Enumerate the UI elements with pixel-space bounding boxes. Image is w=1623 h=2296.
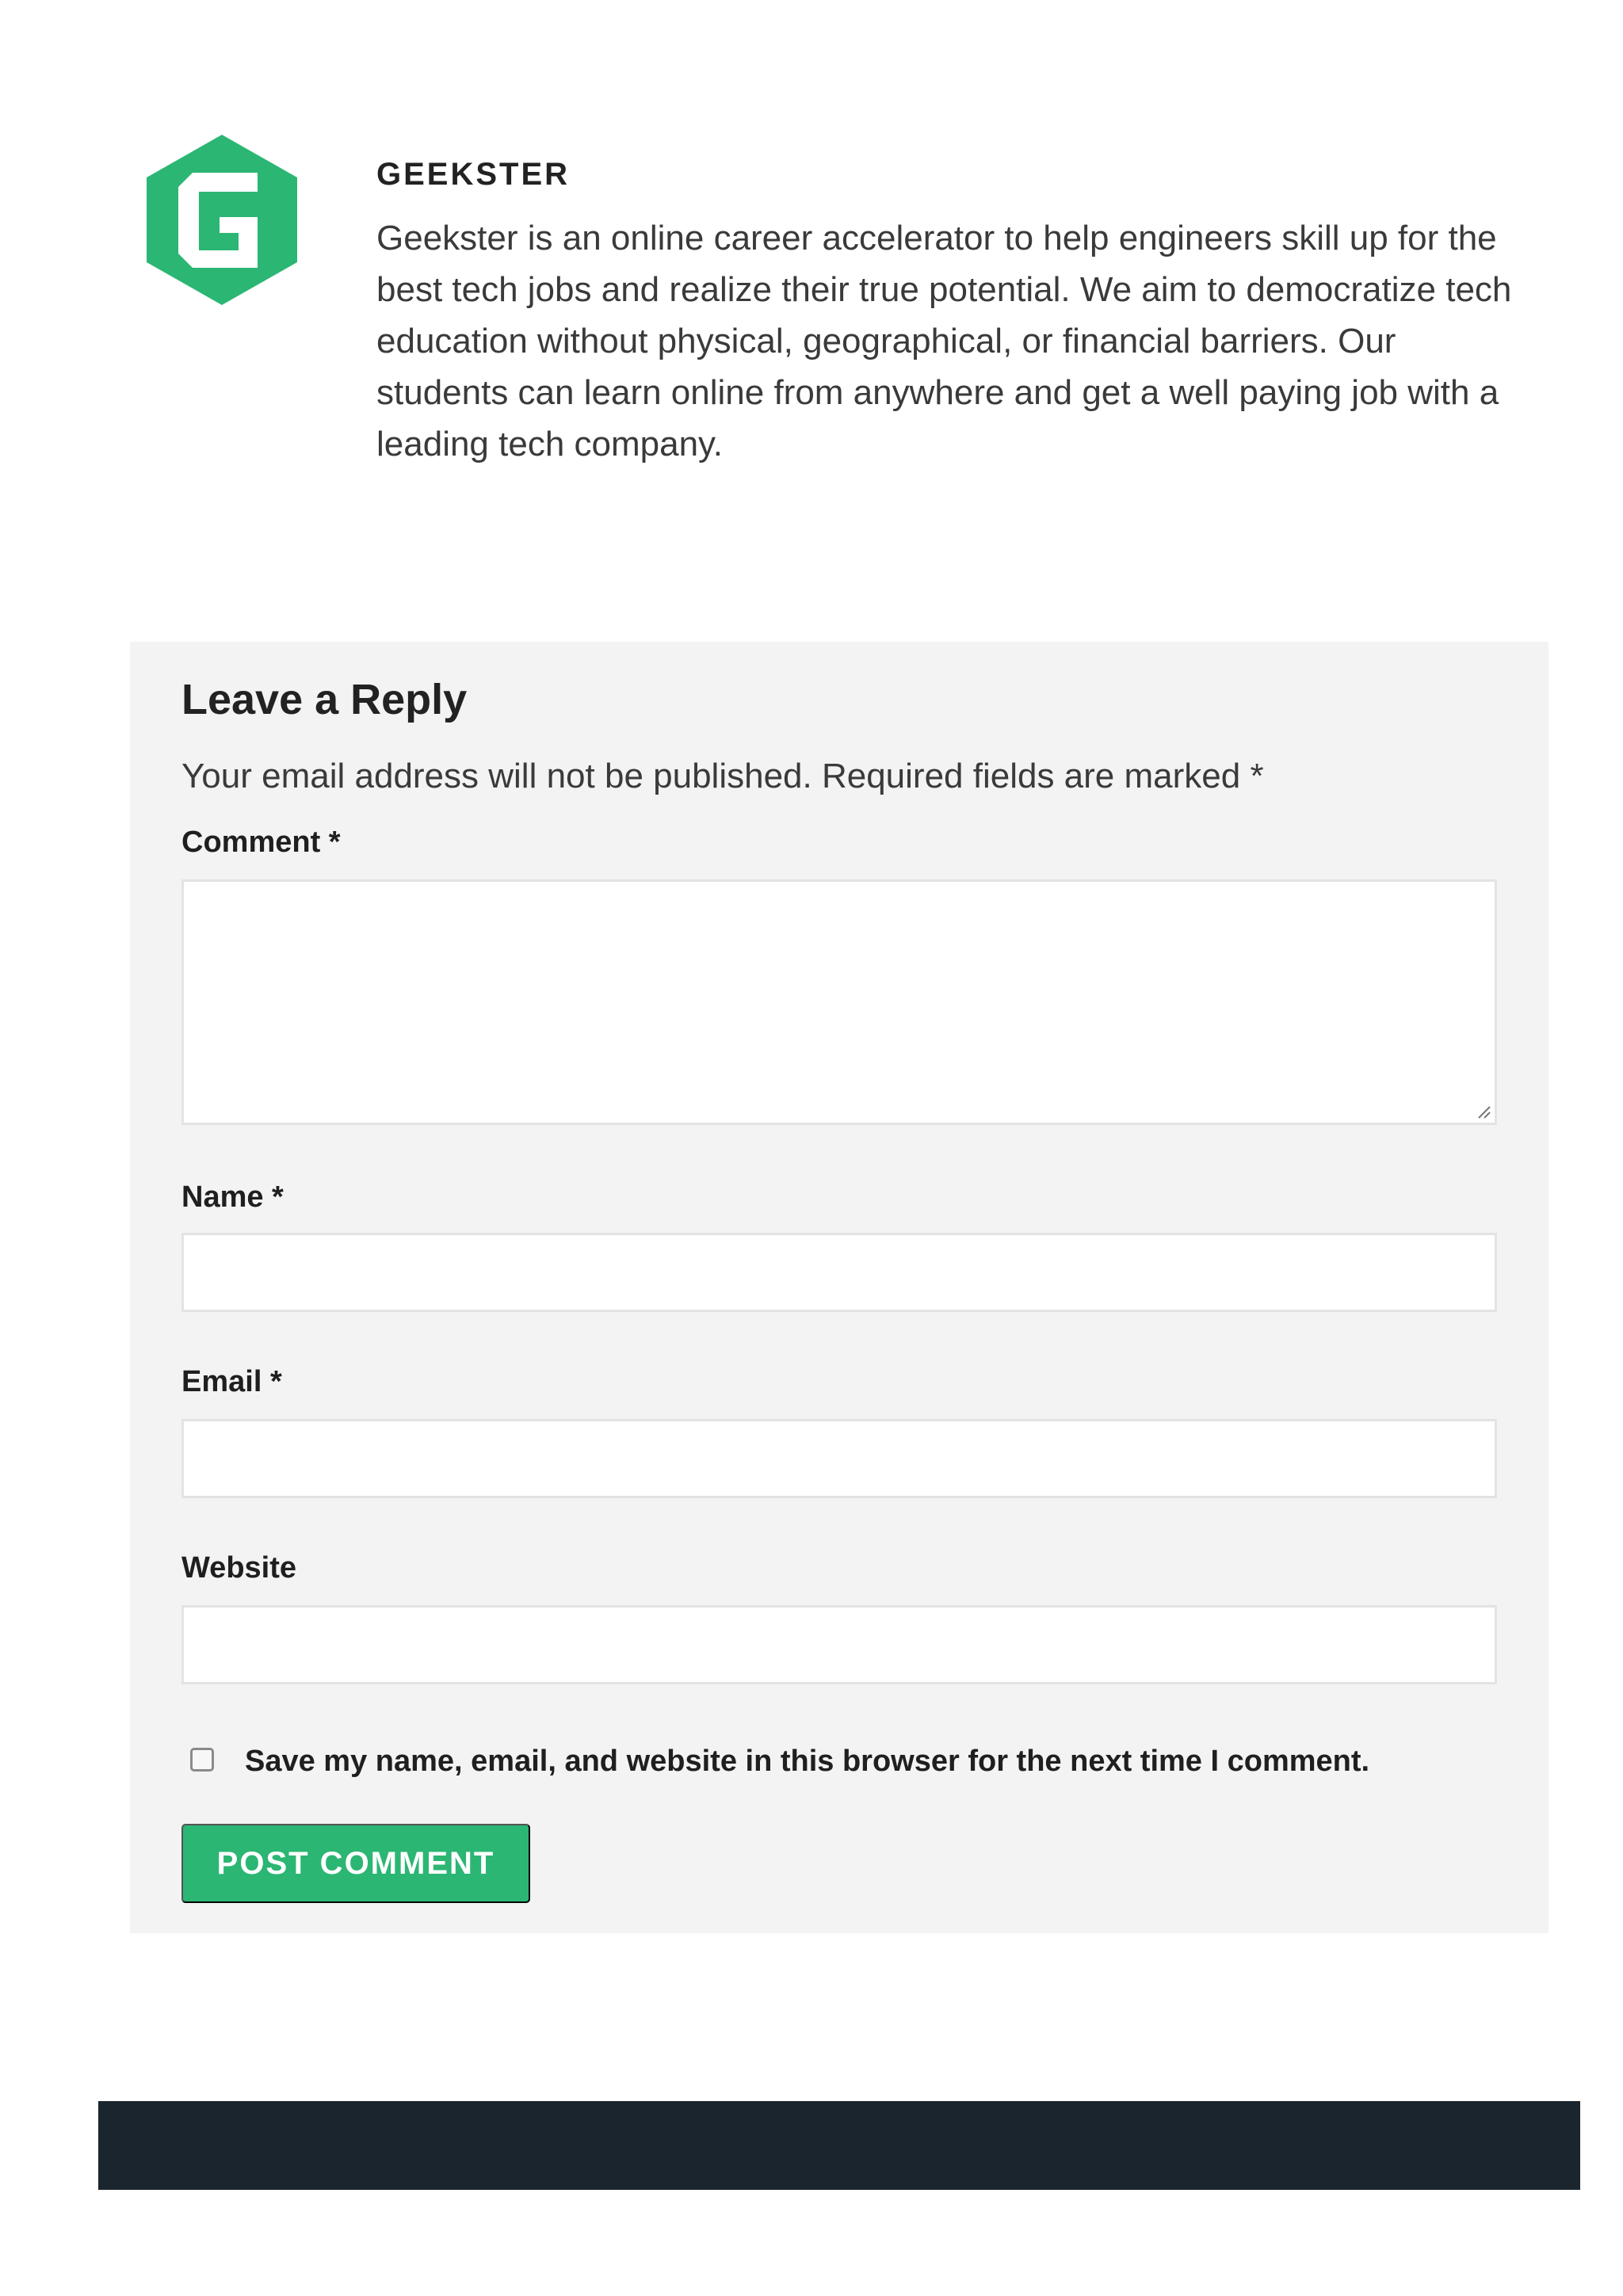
footer-bar (98, 2101, 1580, 2190)
geekster-logo-icon (147, 135, 297, 305)
post-comment-button[interactable]: POST COMMENT (181, 1824, 530, 1903)
resize-grip-icon[interactable] (1476, 1104, 1491, 1119)
website-input[interactable] (181, 1605, 1497, 1684)
author-name: GEEKSTER (376, 157, 571, 192)
comment-label: Comment * (181, 826, 341, 859)
save-info-label[interactable]: Save my name, email, and website in this… (245, 1745, 1369, 1779)
name-input[interactable] (181, 1233, 1497, 1312)
website-label: Website (181, 1551, 297, 1585)
email-input[interactable] (181, 1419, 1497, 1498)
reply-title: Leave a Reply (181, 676, 468, 723)
name-label: Name * (181, 1180, 284, 1214)
save-info-checkbox[interactable] (190, 1748, 214, 1772)
comment-textarea[interactable] (181, 879, 1497, 1125)
author-bio: Geekster is an online career accelerator… (376, 219, 1512, 463)
email-label: Email * (181, 1365, 282, 1398)
page: GEEKSTER Geekster is an online career ac… (0, 0, 1623, 2296)
reply-notes: Your email address will not be published… (181, 757, 1264, 795)
